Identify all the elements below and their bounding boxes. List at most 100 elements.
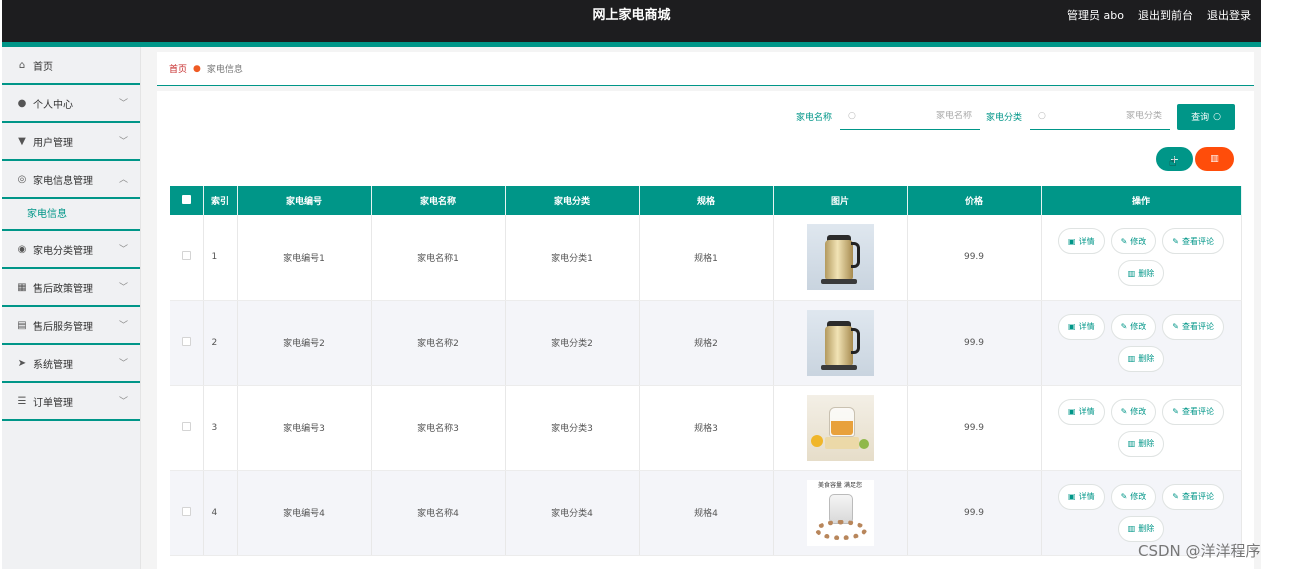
category-cell: 家电分类2 <box>505 300 640 386</box>
edit-icon: ✎ <box>1120 236 1128 246</box>
index-cell: 4 <box>203 470 238 556</box>
column-header: 索引 <box>203 186 238 215</box>
sidebar-item-label: 首页 <box>33 61 53 73</box>
sidebar-item-after-sales-policy[interactable]: ▦ 售后政策管理 ﹀ <box>2 269 140 307</box>
search-icon: ○ <box>1213 111 1221 122</box>
name-cell: 家电名称3 <box>371 385 506 471</box>
table-row: 3 家电编号3 家电名称3 家电分类3 规格3 99.9 ▣ 详情 ✎ 修改 ✎ 查看… <box>170 385 1242 471</box>
code-cell: 家电编号1 <box>237 215 372 301</box>
ops-cell: ▣ 详情 ✎ 修改 ✎ 查看评论 ▥ 删除 <box>1041 300 1242 386</box>
sidebar-item-appliance-info-management[interactable]: ◎ 家电信息管理 ︿ <box>2 161 140 199</box>
column-header: 价格 <box>907 186 1042 215</box>
detail-button[interactable]: ▣ 详情 <box>1058 483 1105 510</box>
edit-icon: ✎ <box>1172 322 1179 331</box>
sidebar-item-order-management[interactable]: ☰ 订单管理 ﹀ <box>2 383 140 421</box>
chevron-down-icon: ﹀ <box>118 359 128 369</box>
edit-icon: ✎ <box>1120 407 1128 416</box>
chevron-down-icon: ﹀ <box>118 397 128 407</box>
row-checkbox[interactable] <box>181 251 191 261</box>
logout-link[interactable]: 退出登录 <box>1207 0 1251 32</box>
name-cell: 家电名称2 <box>371 300 506 386</box>
row-select-cell <box>170 300 204 386</box>
column-header: 家电名称 <box>371 186 506 215</box>
delete-button[interactable]: ▥ 删除 <box>1117 515 1165 542</box>
kettle-image <box>806 309 874 376</box>
row-select-cell <box>170 215 204 301</box>
column-header: 图片 <box>773 186 908 215</box>
delete-button[interactable]: ▥ 删除 <box>1117 430 1165 457</box>
search-icon: ○ <box>847 111 856 121</box>
delete-label: 删除 <box>1138 354 1155 363</box>
name-cell: 家电名称4 <box>371 470 506 556</box>
delete-label: 删除 <box>1138 524 1155 533</box>
trash-icon: ▥ <box>1127 354 1136 363</box>
sidebar-item-personal-center[interactable]: ● 个人中心 ﹀ <box>2 85 140 123</box>
row-checkbox[interactable] <box>181 336 191 346</box>
edit-button[interactable]: ✎ 修改 <box>1110 228 1157 255</box>
sidebar-item-user-management[interactable]: ▼ 用户管理 ﹀ <box>2 123 140 161</box>
detail-label: 详情 <box>1078 492 1095 501</box>
search-category-input[interactable] <box>1045 111 1162 121</box>
edit-button[interactable]: ✎ 修改 <box>1110 483 1157 510</box>
query-button[interactable]: 查询 ○ <box>1177 103 1235 130</box>
cooker-caption: 美食容量 满足您 <box>818 481 862 489</box>
category-cell: 家电分类3 <box>505 385 640 471</box>
spec-cell: 规格3 <box>639 385 774 471</box>
view-comments-button[interactable]: ✎ 查看评论 <box>1162 313 1224 340</box>
edit-label: 修改 <box>1130 322 1147 331</box>
category-cell: 家电分类4 <box>505 470 640 556</box>
select-all-checkbox[interactable] <box>181 194 191 204</box>
edit-icon: ✎ <box>1172 236 1179 246</box>
slow-cooker-image: 美食容量 满足您 <box>806 479 874 546</box>
breadcrumb-home[interactable]: 首页 <box>169 62 187 75</box>
watermark: CSDN @洋洋程序 <box>1138 542 1261 560</box>
exit-to-front-link[interactable]: 退出到前台 <box>1138 0 1193 32</box>
table-row: 1 家电编号1 家电名称1 家电分类1 规格1 99.9 ▣ 详情 ✎ 修改 ✎ 查看… <box>170 215 1242 301</box>
detail-button[interactable]: ▣ 详情 <box>1058 313 1105 340</box>
sidebar-item-label: 系统管理 <box>33 359 73 371</box>
view-comments-button[interactable]: ✎ 查看评论 <box>1162 398 1224 425</box>
edit-label: 修改 <box>1130 492 1147 501</box>
chevron-up-icon: ︿ <box>118 175 128 185</box>
sidebar-item-system-management[interactable]: ➤ 系统管理 ﹀ <box>2 345 140 383</box>
user-manage-icon: ▼ <box>18 135 26 147</box>
tea-pot-image <box>806 394 874 461</box>
price-cell: 99.9 <box>907 215 1042 301</box>
view-comments-button[interactable]: ✎ 查看评论 <box>1162 228 1224 255</box>
sidebar-item-label: 用户管理 <box>33 137 73 149</box>
sidebar-item-home[interactable]: ⌂ 首页 <box>2 47 140 85</box>
search-name-label: 家电名称 <box>795 113 832 123</box>
query-button-label: 查询 <box>1191 113 1210 123</box>
detail-button[interactable]: ▣ 详情 <box>1058 228 1105 255</box>
row-select-cell <box>170 385 204 471</box>
price-cell: 99.9 <box>907 470 1042 556</box>
delete-label: 删除 <box>1138 439 1155 448</box>
index-cell: 3 <box>203 385 238 471</box>
view-comments-button[interactable]: ✎ 查看评论 <box>1162 483 1224 510</box>
delete-button[interactable]: ▥ 删除 <box>1117 345 1165 372</box>
row-checkbox[interactable] <box>181 421 191 431</box>
row-checkbox[interactable] <box>181 506 191 516</box>
info-icon: ◎ <box>17 173 27 185</box>
edit-button[interactable]: ✎ 修改 <box>1110 398 1157 425</box>
detail-icon: ▣ <box>1068 236 1076 246</box>
sidebar-item-label: 个人中心 <box>33 99 73 111</box>
chevron-down-icon: ﹀ <box>118 137 128 147</box>
edit-button[interactable]: ✎ 修改 <box>1110 313 1157 340</box>
detail-button[interactable]: ▣ 详情 <box>1058 398 1105 425</box>
code-cell: 家电编号2 <box>237 300 372 386</box>
price-cell: 99.9 <box>907 300 1042 386</box>
column-header: 家电分类 <box>505 186 640 215</box>
delete-button[interactable]: ▥ 删除 <box>1117 260 1165 287</box>
sidebar-item-label: 家电信息管理 <box>33 175 93 187</box>
sidebar-subitem-appliance-info[interactable]: 家电信息 <box>2 199 140 231</box>
spec-cell: 规格4 <box>639 470 774 556</box>
name-cell: 家电名称1 <box>371 215 506 301</box>
sidebar-item-appliance-category-management[interactable]: ◉ 家电分类管理 ﹀ <box>2 231 140 269</box>
appliance-table: 索引 家电编号 家电名称 家电分类 规格 图片 价格 操作 1 家电编号1 家电… <box>170 186 1242 556</box>
search-name-input[interactable] <box>855 111 972 121</box>
batch-delete-button[interactable]: ▥ <box>1195 147 1234 171</box>
row-actions: ▣ 详情 ✎ 修改 ✎ 查看评论 ▥ 删除 <box>1055 483 1227 542</box>
sidebar-item-after-sales-service[interactable]: ▤ 售后服务管理 ﹀ <box>2 307 140 345</box>
view-comments-label: 查看评论 <box>1181 407 1214 416</box>
